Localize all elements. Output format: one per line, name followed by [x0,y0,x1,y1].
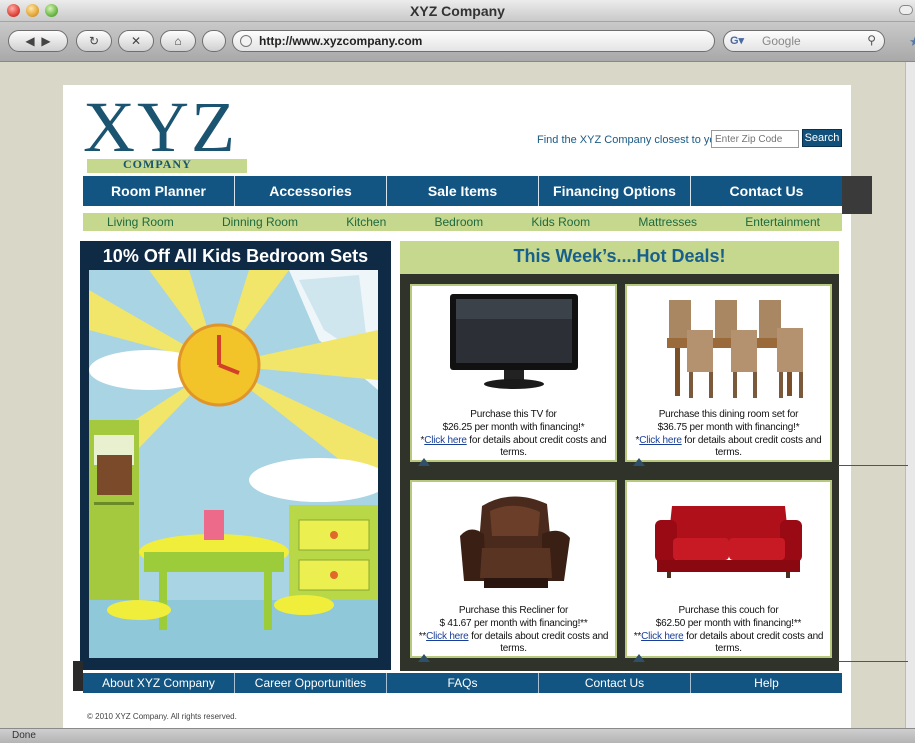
category-kids-room[interactable]: Kids Room [531,213,590,231]
deal-tv-line2: $26.25 per month with financing!* [442,422,585,433]
deal-recliner-click-here-link[interactable]: Click here [426,631,469,642]
window-title: XYZ Company [410,3,505,19]
promo-panel: 10% Off All Kids Bedroom Sets [80,241,391,670]
footer-careers[interactable]: Career Opportunities [235,673,387,693]
deal-recliner-line2: $ 41.67 per month with financing!** [439,618,588,629]
footer-help[interactable]: Help [691,673,842,693]
tooltip-pointer-icon [633,458,645,466]
nav-financing-options[interactable]: Financing Options [539,176,691,206]
deal-recliner-terms-text: for details about credit costs and terms… [468,631,609,654]
category-bedroom[interactable]: Bedroom [434,213,483,231]
deal-couch-terms: **Click here for details about credit co… [627,631,830,655]
back-icon[interactable]: ◀ [25,34,34,48]
annotation-line [838,465,908,466]
main-nav: Room Planner Accessories Sale Items Fina… [83,176,842,206]
stop-button[interactable]: ✕ [118,30,154,52]
url-text[interactable]: http://www.xyzcompany.com [259,34,422,48]
nav-shadow [842,176,872,214]
deal-couch-terms-text: for details about credit costs and terms… [683,631,824,654]
back-forward-buttons[interactable]: ◀ ▶ [8,30,68,52]
tv-image[interactable] [412,290,615,400]
search-icon[interactable]: ⚲ [867,33,876,47]
company-logo[interactable]: XYZ COMPANY [83,87,263,175]
deal-couch-line1: Purchase this couch for [678,605,779,616]
store-locator-label: Find the XYZ Company closest to you: [537,134,725,146]
logo-subtitle: COMPANY [123,157,192,171]
search-engine-icon[interactable]: G▾ [730,34,744,47]
footer-nav: About XYZ Company Career Opportunities F… [83,673,842,693]
footer-contact-us[interactable]: Contact Us [539,673,691,693]
home-button[interactable]: ⌂ [160,30,196,52]
deal-tv-click-here-link[interactable]: Click here [424,435,467,446]
browser-search-field[interactable]: G▾ Google ⚲ [723,30,885,52]
recliner-image[interactable] [412,486,615,596]
category-kitchen[interactable]: Kitchen [346,213,386,231]
window-edge [905,62,915,728]
nav-sale-items[interactable]: Sale Items [387,176,539,206]
zip-code-input[interactable] [711,130,799,148]
deal-tv-line1: Purchase this TV for [470,409,557,420]
deal-card-dining-set: Purchase this dining room set for $36.75… [625,284,832,466]
browser-search-placeholder: Google [762,34,801,48]
zip-search-button[interactable]: Search [802,129,842,147]
deal-card-recliner: Purchase this Recliner for $ 41.67 per m… [410,480,617,662]
home-icon: ⌂ [174,34,182,48]
nav-room-planner[interactable]: Room Planner [83,176,235,206]
category-dinning-room[interactable]: Dinning Room [222,213,298,231]
hot-deals-header: This Week’s....Hot Deals! [400,241,839,274]
footer-nav-shadow [73,661,83,691]
deal-dining-terms-text: for details about credit costs and terms… [681,435,822,458]
category-living-room[interactable]: Living Room [107,213,174,231]
status-bar: Done [0,728,915,743]
tooltip-pointer-icon [418,654,430,662]
category-nav: Living Room Dinning Room Kitchen Bedroom… [83,213,842,231]
copyright-notice: © 2010 XYZ Company. All rights reserved. [87,712,237,721]
dining-set-image[interactable] [627,290,830,400]
category-entertainment[interactable]: Entertainment [745,213,820,231]
web-page: XYZ COMPANY Find the XYZ Company closest… [63,85,872,733]
couch-image[interactable] [627,486,830,596]
deal-dining-click-here-link[interactable]: Click here [639,435,682,446]
deal-card-couch: Purchase this couch for $62.50 per month… [625,480,832,662]
tooltip-pointer-icon [418,458,430,466]
stop-icon: ✕ [130,34,142,48]
address-bar[interactable]: http://www.xyzcompany.com ★▾ [232,30,915,52]
reload-icon: ↻ [88,34,100,48]
deal-couch-line2: $62.50 per month with financing!** [655,618,802,629]
deal-recliner-asterisk: ** [418,631,427,642]
annotation-line [838,661,908,662]
site-icon [240,35,252,47]
browser-toolbar: ◀ ▶ ↻ ✕ ⌂ http://www.xyzcompany.com ★▾ G… [0,22,915,62]
tooltip-pointer-icon [633,654,645,662]
deal-tv-terms: *Click here for details about credit cos… [412,435,615,459]
toolbar-toggle-button[interactable] [899,5,913,15]
bookmark-star-icon[interactable]: ★▾ [909,34,915,50]
hot-deals-title: This Week’s....Hot Deals! [513,246,726,266]
forward-icon[interactable]: ▶ [41,34,50,48]
footer-about[interactable]: About XYZ Company [83,673,235,693]
deal-couch-asterisk: ** [633,631,642,642]
reload-button[interactable]: ↻ [76,30,112,52]
promo-title: 10% Off All Kids Bedroom Sets [102,246,369,266]
window-titlebar: XYZ Company [0,0,915,22]
category-mattresses[interactable]: Mattresses [638,213,697,231]
deal-dining-line2: $36.75 per month with financing!* [657,422,800,433]
deal-dining-line1: Purchase this dining room set for [658,409,799,420]
nav-accessories[interactable]: Accessories [235,176,387,206]
deal-tv-terms-text: for details about credit costs and terms… [466,435,607,458]
kids-bedroom-image[interactable] [89,270,378,658]
deal-couch-click-here-link[interactable]: Click here [641,631,684,642]
deal-card-tv: Purchase this TV for $26.25 per month wi… [410,284,617,466]
status-text: Done [12,730,36,741]
page-button[interactable] [202,30,226,52]
footer-faqs[interactable]: FAQs [387,673,539,693]
deal-recliner-line1: Purchase this Recliner for [458,605,569,616]
logo-letters: XYZ [83,87,237,167]
hot-deals-grid: Purchase this TV for $26.25 per month wi… [400,274,839,671]
deal-recliner-terms: **Click here for details about credit co… [412,631,615,655]
deal-dining-terms: *Click here for details about credit cos… [627,435,830,459]
nav-contact-us[interactable]: Contact Us [691,176,842,206]
